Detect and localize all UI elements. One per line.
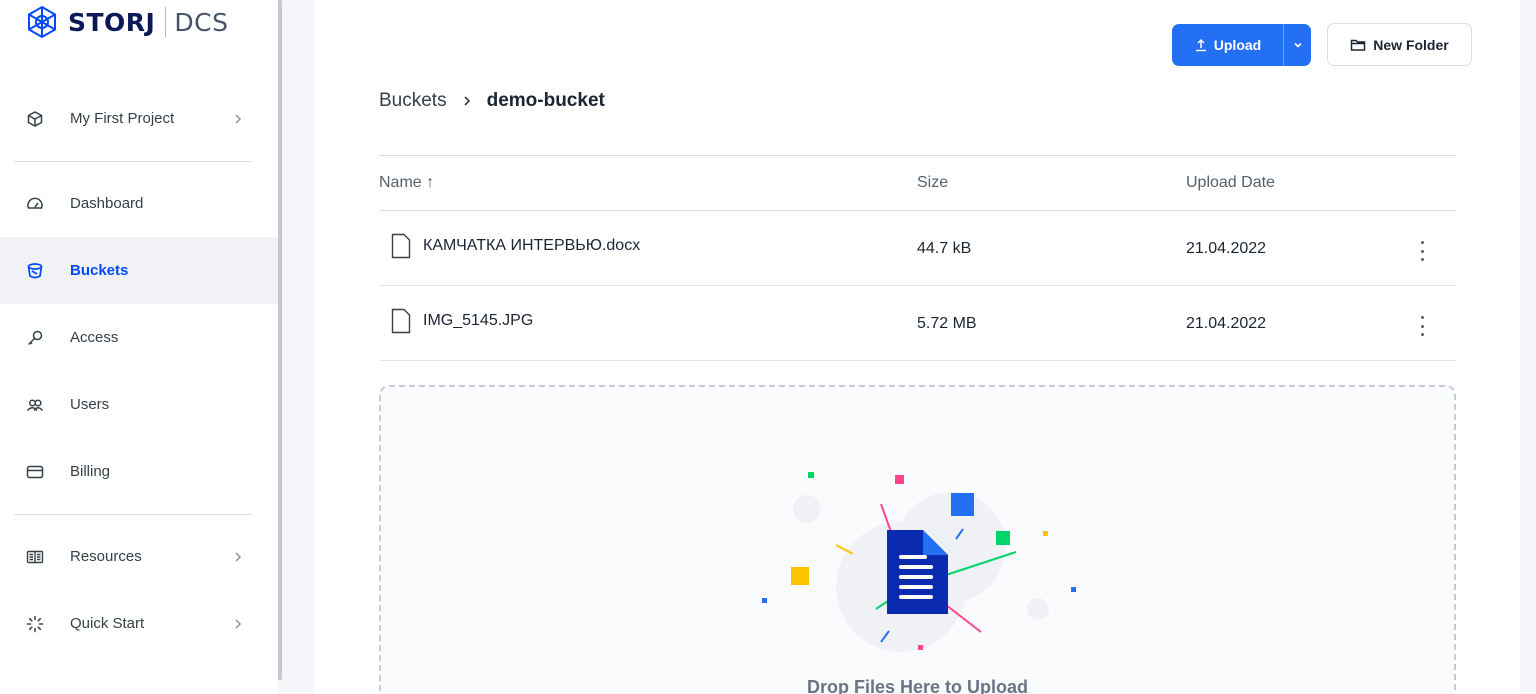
file-size: 5.72 MB — [917, 315, 977, 332]
column-header-upload-date[interactable]: Upload Date — [1186, 174, 1275, 192]
upload-button[interactable]: Upload — [1172, 24, 1284, 66]
file-size: 44.7 kB — [917, 240, 972, 257]
breadcrumb: Buckets demo-bucket — [379, 90, 605, 112]
sidebar-divider — [14, 161, 252, 162]
upload-button-group: Upload — [1172, 24, 1311, 66]
file-icon — [391, 308, 411, 334]
sidebar-divider — [14, 514, 252, 515]
sidebar-item-label: Billing — [70, 463, 111, 480]
new-folder-button[interactable]: New Folder — [1327, 23, 1472, 66]
column-header-name[interactable]: Name ↑ — [379, 174, 434, 192]
card-icon — [25, 462, 45, 482]
column-header-size[interactable]: Size — [917, 174, 948, 192]
product-name: DCS — [174, 7, 229, 37]
file-icon — [391, 233, 411, 259]
chevron-right-icon — [235, 618, 242, 629]
sidebar-item-resources[interactable]: Resources — [0, 523, 278, 590]
file-name[interactable]: IMG_5145.JPG — [423, 312, 533, 330]
sidebar-item-dashboard[interactable]: Dashboard — [0, 170, 278, 237]
cube-icon — [25, 109, 45, 129]
table-row[interactable]: КАМЧАТКА ИНТЕРВЬЮ.docx 44.7 kB 21.04.202… — [379, 211, 1456, 286]
table-header: Name ↑ Size Upload Date — [379, 155, 1456, 211]
gauge-icon — [25, 194, 45, 214]
chevron-right-icon — [461, 95, 473, 107]
logo-divider — [165, 7, 167, 37]
more-options-icon[interactable] — [1413, 316, 1431, 336]
dropzone-label: Drop Files Here to Upload — [806, 677, 1029, 694]
more-options-icon[interactable] — [1413, 241, 1431, 261]
project-selector[interactable]: My First Project — [0, 85, 278, 152]
breadcrumb-buckets-link[interactable]: Buckets — [379, 90, 447, 112]
loader-icon — [25, 614, 45, 634]
sidebar-item-quick-start[interactable]: Quick Start — [0, 590, 278, 657]
table-row[interactable]: IMG_5145.JPG 5.72 MB 21.04.2022 — [379, 286, 1456, 361]
storj-logo-icon — [28, 5, 56, 39]
bucket-icon — [25, 261, 45, 281]
brand-name: STORJ — [68, 7, 156, 37]
sidebar-item-label: Users — [70, 396, 110, 413]
chevron-down-icon — [1293, 42, 1302, 48]
storj-logo[interactable]: STORJ DCS — [24, 4, 228, 40]
file-name[interactable]: КАМЧАТКА ИНТЕРВЬЮ.docx — [423, 237, 640, 255]
upload-icon — [1195, 38, 1206, 52]
breadcrumb-current: demo-bucket — [486, 90, 605, 111]
sidebar-scrollbar[interactable] — [278, 0, 282, 680]
upload-dropdown-button[interactable] — [1284, 24, 1311, 66]
upload-label: Upload — [1213, 37, 1262, 53]
project-name: My First Project — [70, 110, 175, 127]
folder-icon — [1351, 39, 1366, 51]
sidebar: STORJ DCS My First Project Dashboard Buc… — [0, 0, 278, 694]
file-upload-date: 21.04.2022 — [1186, 240, 1267, 257]
sidebar-item-access[interactable]: Access — [0, 304, 278, 371]
page-scroll-gutter — [1520, 0, 1536, 694]
sidebar-item-billing[interactable]: Billing — [0, 438, 278, 505]
chevron-right-icon — [235, 551, 242, 562]
document-upload-illustration — [762, 472, 1076, 652]
sidebar-item-users[interactable]: Users — [0, 371, 278, 438]
sidebar-item-label: Resources — [70, 548, 142, 565]
sidebar-item-label: Dashboard — [70, 195, 144, 212]
key-icon — [25, 328, 45, 348]
chevron-right-icon — [235, 113, 242, 124]
new-folder-label: New Folder — [1373, 36, 1449, 53]
file-upload-date: 21.04.2022 — [1186, 315, 1267, 332]
book-icon — [25, 547, 45, 567]
sidebar-item-buckets[interactable]: Buckets — [0, 237, 278, 304]
sidebar-item-label: Access — [70, 329, 119, 346]
sidebar-item-label: Buckets — [70, 262, 129, 279]
upload-dropzone[interactable]: Drop Files Here to Upload — [379, 385, 1456, 694]
sidebar-item-label: Quick Start — [70, 615, 145, 632]
users-icon — [25, 395, 45, 415]
file-table: Name ↑ Size Upload Date КАМЧАТКА ИНТЕРВЬ… — [379, 155, 1456, 361]
